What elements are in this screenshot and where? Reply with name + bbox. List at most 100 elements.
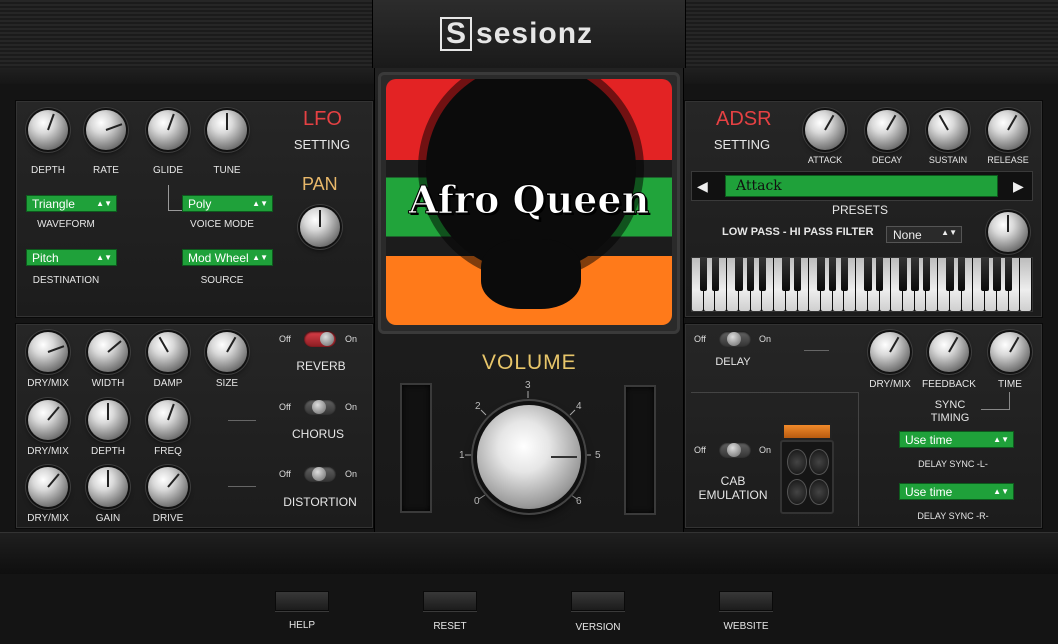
- delay-sync-r-select[interactable]: Use time ▲▼: [899, 483, 1014, 500]
- source-label: SOURCE: [200, 275, 244, 286]
- black-key[interactable]: [993, 258, 1001, 291]
- help-button[interactable]: [275, 591, 329, 611]
- preset-next-button[interactable]: ▶: [1013, 176, 1029, 196]
- delay-sync-l-select[interactable]: Use time ▲▼: [899, 431, 1014, 448]
- delay-drymix-knob[interactable]: [870, 332, 910, 372]
- preset-prev-button[interactable]: ◀: [697, 176, 713, 196]
- filter-select[interactable]: None ▲▼: [886, 226, 962, 243]
- reverb-toggle[interactable]: [304, 331, 336, 347]
- attack-knob[interactable]: [805, 110, 845, 150]
- delay-off-label: Off: [694, 334, 706, 344]
- artwork-title: Afro Queen: [408, 177, 650, 223]
- reverb-damp-knob[interactable]: [148, 332, 188, 372]
- delay-time-knob[interactable]: [990, 332, 1030, 372]
- distortion-drive-knob[interactable]: [148, 467, 188, 507]
- white-key[interactable]: [1020, 258, 1031, 311]
- black-key[interactable]: [828, 258, 837, 291]
- presets-label: PRESETS: [831, 203, 888, 217]
- pan-knob[interactable]: [300, 207, 340, 247]
- black-key[interactable]: [746, 258, 755, 291]
- black-key[interactable]: [758, 258, 767, 291]
- waveform-select[interactable]: Triangle ▲▼: [26, 195, 117, 212]
- black-key[interactable]: [699, 258, 708, 291]
- black-key[interactable]: [1004, 258, 1013, 291]
- brand-logo: S sesionz: [440, 14, 593, 54]
- source-select[interactable]: Mod Wheel ▲▼: [182, 249, 273, 266]
- chorus-on-label: On: [345, 402, 358, 412]
- distortion-drymix-label: DRY/MIX: [27, 513, 69, 524]
- chorus-drymix-knob[interactable]: [28, 400, 68, 440]
- black-key[interactable]: [922, 258, 931, 291]
- chorus-divider: [228, 420, 256, 421]
- delay-divider: [804, 350, 829, 351]
- reverb-off-label: Off: [279, 334, 291, 344]
- sustain-label: SUSTAIN: [928, 155, 968, 165]
- distortion-gain-knob[interactable]: [88, 467, 128, 507]
- distortion-off-label: Off: [279, 469, 291, 479]
- chorus-freq-knob[interactable]: [148, 400, 188, 440]
- lfo-subtitle: SETTING: [293, 137, 351, 152]
- header-grille-left: [0, 0, 372, 68]
- black-key[interactable]: [793, 258, 802, 291]
- preset-display[interactable]: Attack: [725, 175, 998, 197]
- volume-knob[interactable]: [477, 405, 581, 509]
- chorus-toggle[interactable]: [304, 399, 336, 415]
- delay-on-label: On: [759, 334, 772, 344]
- black-key[interactable]: [840, 258, 849, 291]
- adsr-subtitle: SETTING: [713, 137, 771, 152]
- volume-tick-6: 6: [576, 496, 582, 507]
- sustain-knob[interactable]: [928, 110, 968, 150]
- black-key[interactable]: [817, 258, 825, 291]
- volume-tick-1: 1: [459, 450, 465, 461]
- adsr-title: ADSR: [716, 108, 772, 130]
- reset-button[interactable]: [423, 591, 477, 611]
- delay-feedback-knob[interactable]: [929, 332, 969, 372]
- black-key[interactable]: [864, 258, 872, 291]
- keyboard[interactable]: [691, 257, 1033, 312]
- cab-toggle[interactable]: [719, 442, 751, 458]
- cab-label: CAB: [720, 474, 746, 488]
- filter-knob[interactable]: [988, 212, 1028, 252]
- lfo-glide-knob[interactable]: [148, 110, 188, 150]
- lfo-rate-knob[interactable]: [86, 110, 126, 150]
- black-key[interactable]: [875, 258, 884, 291]
- black-key[interactable]: [911, 258, 919, 291]
- header-grille-right: [686, 0, 1058, 68]
- black-key[interactable]: [782, 258, 790, 291]
- black-key[interactable]: [735, 258, 743, 291]
- attack-label: ATTACK: [807, 155, 843, 165]
- cab-off-label: Off: [694, 445, 706, 455]
- preset-name: Attack: [736, 178, 782, 194]
- black-key[interactable]: [711, 258, 720, 291]
- volume-tick-2: 2: [475, 401, 481, 412]
- filter-label: LOW PASS - HI PASS FILTER: [722, 226, 874, 238]
- reverb-drymix-knob[interactable]: [28, 332, 68, 372]
- black-key[interactable]: [957, 258, 966, 291]
- delay-toggle[interactable]: [719, 331, 751, 347]
- delay-label: DELAY: [715, 356, 751, 368]
- voice-mode-select[interactable]: Poly ▲▼: [182, 195, 273, 212]
- decay-knob[interactable]: [867, 110, 907, 150]
- lfo-tune-knob[interactable]: [207, 110, 247, 150]
- chorus-depth-knob[interactable]: [88, 400, 128, 440]
- black-key[interactable]: [981, 258, 989, 291]
- destination-select[interactable]: Pitch ▲▼: [26, 249, 117, 266]
- version-button[interactable]: [571, 591, 625, 611]
- black-key[interactable]: [946, 258, 954, 291]
- reverb-label: REVERB: [296, 359, 346, 373]
- lfo-depth-knob[interactable]: [28, 110, 68, 150]
- distortion-drymix-knob[interactable]: [28, 467, 68, 507]
- emulation-label: EMULATION: [698, 488, 768, 502]
- distortion-toggle[interactable]: [304, 466, 336, 482]
- website-button[interactable]: [719, 591, 773, 611]
- chorus-off-label: Off: [279, 402, 291, 412]
- black-key[interactable]: [899, 258, 907, 291]
- reverb-width-knob[interactable]: [88, 332, 128, 372]
- release-knob[interactable]: [988, 110, 1028, 150]
- volume-tick-3: 3: [525, 380, 531, 391]
- volume-meter-left: [400, 383, 432, 513]
- volume-tick-5: 5: [595, 450, 601, 461]
- reverb-size-knob[interactable]: [207, 332, 247, 372]
- distortion-drive-label: DRIVE: [152, 513, 184, 524]
- help-label: HELP: [288, 620, 316, 631]
